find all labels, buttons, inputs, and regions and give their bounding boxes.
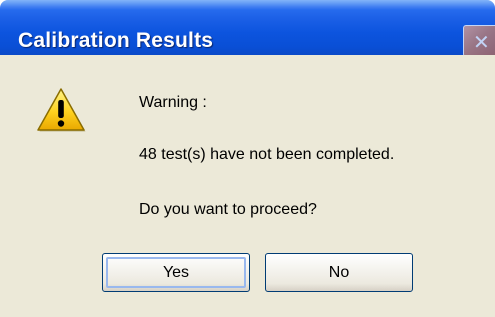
no-button[interactable]: No (265, 253, 413, 292)
incomplete-tests-message: 48 test(s) have not been completed. (139, 146, 395, 163)
proceed-question: Do you want to proceed? (139, 201, 317, 218)
yes-button-label: Yes (162, 264, 190, 281)
warning-icon (37, 88, 86, 132)
yes-button[interactable]: Yes (102, 253, 250, 292)
close-button[interactable]: ✕ (463, 25, 495, 57)
close-icon: ✕ (473, 30, 490, 54)
dialog-title: Calibration Results (18, 29, 214, 52)
calibration-results-dialog: Calibration Results ✕ Warning : 48 test(… (0, 0, 495, 317)
title-bar-highlight (0, 0, 495, 10)
title-bar[interactable]: Calibration Results ✕ (0, 0, 495, 57)
no-button-label: No (328, 264, 350, 281)
warning-label: Warning : (139, 94, 207, 111)
dialog-body: Warning : 48 test(s) have not been compl… (0, 55, 495, 317)
